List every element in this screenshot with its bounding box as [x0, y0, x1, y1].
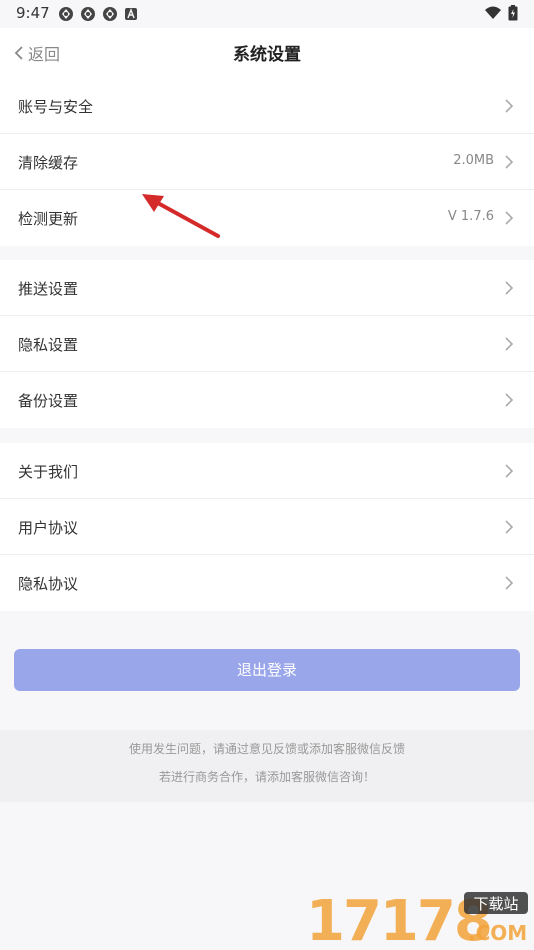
settings-group-preferences: 推送设置 隐私设置 备份设置 [0, 260, 534, 428]
settings-item-clear-cache[interactable]: 清除缓存 2.0MB [0, 134, 534, 190]
chevron-right-icon [505, 211, 514, 225]
a-square-icon [125, 8, 137, 20]
svg-text:17178: 17178 [306, 890, 491, 946]
battery-icon [508, 5, 518, 21]
svg-text:下载站: 下载站 [473, 895, 518, 913]
annotation-arrow-icon [142, 194, 220, 238]
settings-item-label: 隐私协议 [18, 575, 79, 593]
settings-item-account-security[interactable]: 账号与安全 [0, 78, 534, 134]
cache-size-value: 2.0MB [453, 153, 494, 168]
settings-item-label: 用户协议 [18, 519, 79, 537]
svg-text:.COM: .COM [468, 921, 527, 945]
logout-button[interactable]: 退出登录 [14, 649, 520, 691]
settings-item-push[interactable]: 推送设置 [0, 260, 534, 316]
header-bar: 返回 系统设置 [0, 28, 534, 78]
system-icons [484, 5, 518, 21]
settings-item-label: 检测更新 [18, 210, 79, 228]
chevron-right-icon [505, 393, 514, 407]
notification-icons [58, 6, 138, 22]
app-notification-icon [103, 7, 117, 21]
app-notification-icon [59, 7, 73, 21]
chevron-right-icon [505, 464, 514, 478]
settings-item-label: 推送设置 [18, 280, 79, 298]
settings-item-backup[interactable]: 备份设置 [0, 372, 534, 428]
settings-item-user-agreement[interactable]: 用户协议 [0, 499, 534, 555]
chevron-right-icon [505, 520, 514, 534]
settings-item-about-us[interactable]: 关于我们 [0, 443, 534, 499]
settings-item-label: 账号与安全 [18, 98, 94, 116]
chevron-right-icon [505, 99, 514, 113]
page-title: 系统设置 [233, 45, 301, 65]
footer-business-text: 若进行商务合作，请添加客服微信咨询！ [158, 770, 375, 784]
settings-item-privacy[interactable]: 隐私设置 [0, 316, 534, 372]
settings-item-label: 隐私设置 [18, 336, 79, 354]
footer-feedback-text: 使用发生问题，请通过意见反馈或添加客服微信反馈 [128, 742, 405, 756]
chevron-right-icon [505, 281, 514, 295]
chevron-right-icon [505, 576, 514, 590]
chevron-right-icon [505, 155, 514, 169]
site-watermark-logo: 17178 下载站 .COM [306, 890, 528, 946]
app-notification-icon [81, 7, 95, 21]
version-value: V 1.7.6 [447, 209, 494, 224]
settings-group-account: 账号与安全 清除缓存 2.0MB 检测更新 V 1.7.6 [0, 78, 534, 246]
settings-item-label: 备份设置 [18, 392, 79, 410]
footer-notice: 使用发生问题，请通过意见反馈或添加客服微信反馈 若进行商务合作，请添加客服微信咨… [0, 730, 534, 802]
settings-item-privacy-agreement[interactable]: 隐私协议 [0, 555, 534, 611]
settings-group-about: 关于我们 用户协议 隐私协议 [0, 443, 534, 611]
settings-item-label: 清除缓存 [18, 154, 79, 172]
status-time: 9:47 [16, 4, 50, 22]
wifi-icon [485, 6, 501, 19]
chevron-right-icon [505, 337, 514, 351]
settings-item-check-update[interactable]: 检测更新 V 1.7.6 [0, 190, 534, 246]
status-bar: 9:47 [0, 0, 534, 28]
settings-item-label: 关于我们 [18, 463, 79, 481]
